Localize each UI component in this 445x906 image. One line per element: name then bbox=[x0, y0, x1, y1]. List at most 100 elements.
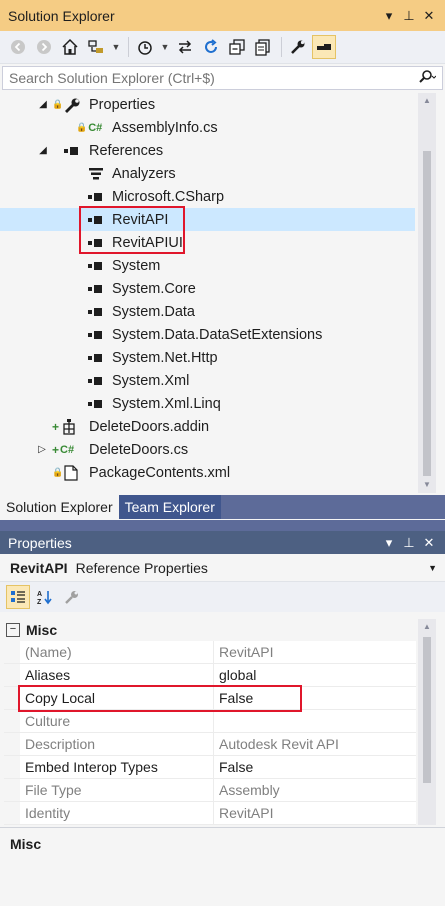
solution-explorer-title-bar[interactable]: Solution Explorer ▾ ⊥ ✕ bbox=[0, 0, 445, 31]
tree-item-label: Analyzers bbox=[112, 165, 176, 182]
show-all-files-icon[interactable] bbox=[251, 35, 275, 59]
property-value[interactable] bbox=[214, 710, 416, 732]
property-value[interactable]: False bbox=[214, 756, 416, 778]
addin-file-icon: + bbox=[52, 418, 86, 435]
property-row[interactable]: Culture bbox=[4, 710, 416, 733]
properties-icon[interactable] bbox=[286, 35, 310, 59]
wrench-icon: 🔒 bbox=[52, 97, 86, 113]
property-row[interactable]: Description Autodesk Revit API bbox=[4, 733, 416, 756]
property-key: File Type bbox=[20, 779, 214, 801]
tree-item-reference[interactable]: System.Net.Http bbox=[0, 346, 415, 369]
property-value[interactable]: Assembly bbox=[214, 779, 416, 801]
property-row[interactable]: (Name) RevitAPI bbox=[4, 641, 416, 664]
tree-item-reference[interactable]: System.Data.DataSetExtensions bbox=[0, 323, 415, 346]
object-selector[interactable]: RevitAPI Reference Properties ▼ bbox=[0, 554, 445, 582]
expand-arrow-icon[interactable]: ▷ bbox=[36, 444, 48, 455]
property-value[interactable]: global bbox=[214, 664, 416, 686]
search-input[interactable] bbox=[9, 70, 406, 86]
scrollbar-thumb[interactable] bbox=[423, 637, 431, 783]
added-icon: + bbox=[52, 419, 60, 434]
tree-scrollbar[interactable]: ▲ ▼ bbox=[418, 93, 436, 493]
scroll-down-icon[interactable]: ▼ bbox=[418, 477, 436, 493]
property-row[interactable]: Embed Interop Types False bbox=[4, 756, 416, 779]
tree-item-reference[interactable]: Microsoft.CSharp bbox=[0, 185, 415, 208]
expand-arrow-icon[interactable]: ◢ bbox=[37, 99, 49, 110]
chevron-down-icon[interactable]: ▼ bbox=[428, 563, 437, 573]
references-icon bbox=[62, 143, 82, 159]
tab-solution-explorer[interactable]: Solution Explorer bbox=[0, 495, 119, 519]
tree-item-packagecontents[interactable]: 🔒 PackageContents.xml bbox=[0, 461, 415, 484]
reference-icon bbox=[86, 350, 106, 366]
tab-team-explorer[interactable]: Team Explorer bbox=[118, 495, 221, 519]
scrollbar-thumb[interactable] bbox=[423, 151, 431, 476]
pending-changes-icon[interactable] bbox=[133, 35, 157, 59]
tree-item-label: DeleteDoors.cs bbox=[89, 441, 189, 458]
lock-icon: 🔒 bbox=[52, 467, 64, 477]
property-row[interactable]: File Type Assembly bbox=[4, 779, 416, 802]
scroll-up-icon[interactable]: ▲ bbox=[418, 93, 436, 109]
tree-item-label: System.Core bbox=[112, 280, 196, 297]
tree-item-reference-selected[interactable]: RevitAPI bbox=[0, 208, 415, 231]
tree-item-addin[interactable]: + DeleteDoors.addin bbox=[0, 415, 415, 438]
tree-item-deletedoors-cs[interactable]: ▷ + C# DeleteDoors.cs bbox=[0, 438, 415, 461]
reference-icon bbox=[86, 258, 106, 274]
refresh-icon[interactable] bbox=[199, 35, 223, 59]
switch-views-dropdown-icon[interactable]: ▼ bbox=[110, 35, 122, 59]
solution-explorer-pane: Solution Explorer ▾ ⊥ ✕ ▼ ▼ Search Solut… bbox=[0, 0, 445, 520]
property-value[interactable]: RevitAPI bbox=[214, 802, 416, 824]
switch-views-icon[interactable] bbox=[84, 35, 108, 59]
tree-item-reference[interactable]: System.Core bbox=[0, 277, 415, 300]
analyzers-icon bbox=[86, 166, 106, 182]
search-icon[interactable] bbox=[406, 69, 437, 87]
property-value[interactable]: RevitAPI bbox=[214, 641, 416, 663]
properties-pane: Properties ▾ ⊥ ✕ RevitAPI Reference Prop… bbox=[0, 531, 445, 906]
property-pages-icon[interactable] bbox=[60, 585, 84, 609]
pin-icon[interactable]: ⊥ bbox=[399, 535, 419, 551]
reference-icon bbox=[86, 373, 106, 389]
csharp-icon: 🔒 C# bbox=[76, 121, 103, 134]
tree-item-label: References bbox=[89, 142, 164, 159]
sync-icon[interactable] bbox=[173, 35, 197, 59]
property-key: Description bbox=[20, 733, 214, 755]
forward-icon[interactable] bbox=[32, 35, 56, 59]
window-position-dropdown-icon[interactable]: ▾ bbox=[379, 535, 399, 551]
category-label: Misc bbox=[26, 622, 58, 638]
expand-arrow-icon[interactable]: ◢ bbox=[37, 145, 49, 156]
property-row[interactable]: Aliases global bbox=[4, 664, 416, 687]
collapse-icon[interactable]: − bbox=[6, 623, 20, 637]
tree-item-reference[interactable]: System.Xml.Linq bbox=[0, 392, 415, 415]
search-box[interactable] bbox=[2, 66, 443, 90]
tree-item-reference[interactable]: System.Xml bbox=[0, 369, 415, 392]
close-icon[interactable]: ✕ bbox=[419, 535, 439, 551]
tree-item-label: Microsoft.CSharp bbox=[112, 188, 225, 205]
reference-icon bbox=[86, 396, 106, 412]
home-icon[interactable] bbox=[58, 35, 82, 59]
tree-item-reference[interactable]: RevitAPIUI bbox=[0, 231, 415, 254]
property-row[interactable]: Identity RevitAPI bbox=[4, 802, 416, 825]
close-icon[interactable]: ✕ bbox=[419, 8, 439, 24]
tree-item-properties[interactable]: ◢ 🔒 Properties bbox=[0, 93, 415, 116]
properties-title-bar[interactable]: Properties ▾ ⊥ ✕ bbox=[0, 531, 445, 554]
category-header[interactable]: − Misc bbox=[4, 619, 416, 641]
collapse-all-icon[interactable] bbox=[225, 35, 249, 59]
properties-scrollbar[interactable]: ▲ bbox=[418, 619, 436, 825]
categorized-icon[interactable] bbox=[6, 585, 30, 609]
scroll-up-icon[interactable]: ▲ bbox=[418, 619, 436, 635]
tree-item-reference[interactable]: System bbox=[0, 254, 415, 277]
pin-icon[interactable]: ⊥ bbox=[399, 8, 419, 24]
pending-changes-dropdown-icon[interactable]: ▼ bbox=[159, 35, 171, 59]
tree-item-label: AssemblyInfo.cs bbox=[112, 119, 218, 136]
preview-selected-items-icon[interactable] bbox=[312, 35, 336, 59]
added-icon: + bbox=[52, 442, 60, 457]
property-value[interactable]: Autodesk Revit API bbox=[214, 733, 416, 755]
window-position-dropdown-icon[interactable]: ▾ bbox=[379, 8, 399, 24]
alphabetical-icon[interactable]: AZ bbox=[33, 585, 57, 609]
reference-icon bbox=[86, 327, 106, 343]
tree-item-reference[interactable]: System.Data bbox=[0, 300, 415, 323]
lock-icon: 🔒 bbox=[76, 122, 88, 132]
tree-item-assemblyinfo[interactable]: 🔒 C# AssemblyInfo.cs bbox=[0, 116, 415, 139]
tree-item-analyzers[interactable]: Analyzers bbox=[0, 162, 415, 185]
back-icon[interactable] bbox=[6, 35, 30, 59]
tree-item-references[interactable]: ◢ References bbox=[0, 139, 415, 162]
tree-item-label: System.Data.DataSetExtensions bbox=[112, 326, 323, 343]
